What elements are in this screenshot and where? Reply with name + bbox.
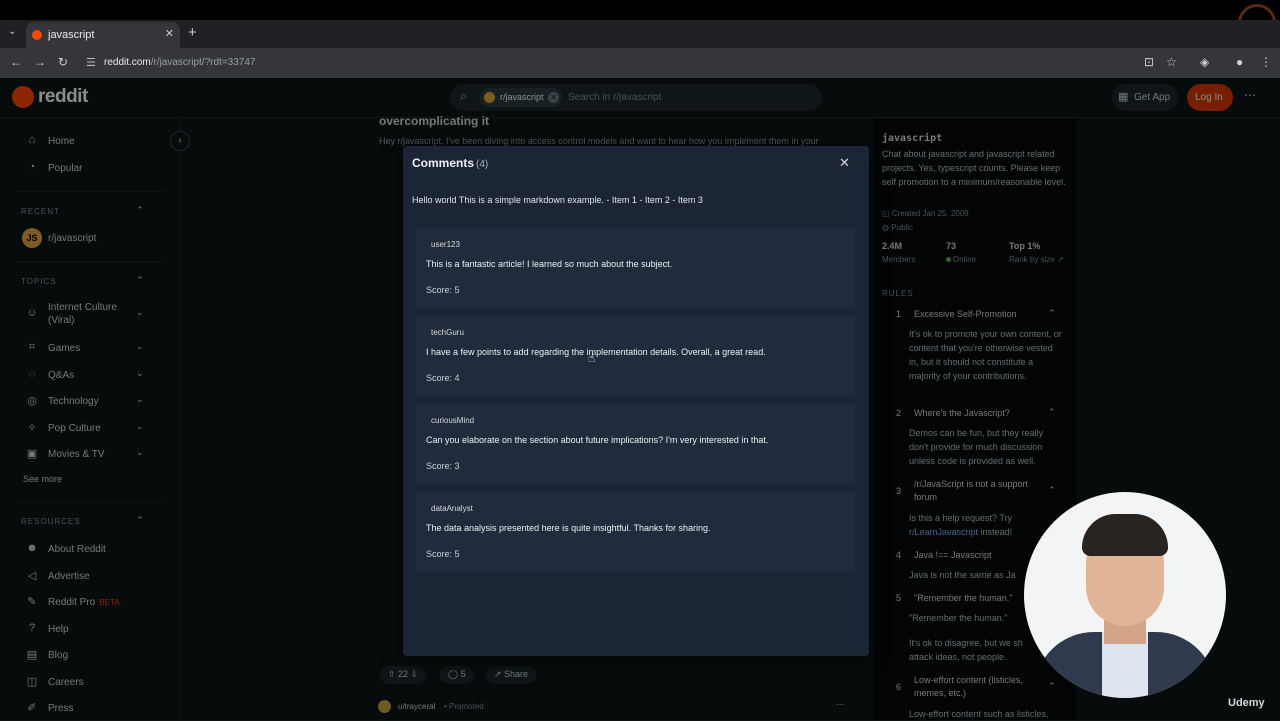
comment-card: dataAnalyst The data analysis presented … [416,492,855,571]
profile-icon[interactable]: ● [1236,55,1243,69]
tab-list-icon[interactable]: ⌄ [8,26,16,37]
comment-body: I have a few points to add regarding the… [426,347,766,357]
comment-username[interactable]: user123 [431,240,460,249]
tab-title: javascript [48,29,95,41]
reddit-favicon-icon [32,30,42,40]
browser-tabbar: ⌄ javascript ✕ + [0,20,1280,48]
install-icon[interactable]: ⊡ [1144,55,1154,69]
markdown-content: Hello world This is a simple markdown ex… [412,195,703,205]
address-bar: ← → ↻ ☰ reddit.com/r/javascript/?rdt=337… [0,48,1280,78]
comment-card: techGuru I have a few points to add rega… [416,316,855,395]
bookmark-star-icon[interactable]: ☆ [1166,55,1177,69]
close-tab-icon[interactable]: ✕ [165,27,174,40]
forward-icon[interactable]: → [34,55,46,69]
modal-title: Comments (4) [412,156,488,170]
modal-title-text: Comments [412,156,475,170]
comment-username[interactable]: dataAnalyst [431,504,473,513]
back-icon[interactable]: ← [10,55,22,69]
udemy-watermark: Udemy [1228,697,1265,709]
comment-card: curiousMind Can you elaborate on the sec… [416,404,855,483]
url-path: /r/javascript/?rdt=33747 [150,57,256,68]
comment-card: user123 This is a fantastic article! I l… [416,228,855,307]
comment-score: Score: 5 [426,285,460,295]
comments-modal: Comments (4) ✕ Hello world This is a simp… [403,146,869,656]
webcam-overlay [1024,492,1226,698]
browser-tab[interactable]: javascript ✕ [26,22,180,48]
comment-username[interactable]: curiousMind [431,416,474,425]
extensions-icon[interactable]: ◈ [1200,55,1209,69]
comment-username[interactable]: techGuru [431,328,464,337]
mouse-cursor-icon: ☝ [588,351,596,365]
browser-menu-icon[interactable]: ⋮ [1260,55,1272,69]
comment-score: Score: 5 [426,549,460,559]
comment-score: Score: 3 [426,461,460,471]
comment-score: Score: 4 [426,373,460,383]
os-top-bar [0,0,1280,20]
comment-count-badge: (4) [476,159,489,170]
url-host: reddit.com [104,57,151,68]
url-field[interactable]: reddit.com/r/javascript/?rdt=33747 [104,57,255,68]
comment-body: This is a fantastic article! I learned s… [426,259,673,269]
reload-icon[interactable]: ↻ [58,55,68,69]
new-tab-icon[interactable]: + [188,24,197,41]
close-icon[interactable]: ✕ [839,155,850,171]
comment-body: The data analysis presented here is quit… [426,523,711,533]
presenter-hair [1082,514,1168,556]
site-info-icon[interactable]: ☰ [86,56,96,69]
comment-body: Can you elaborate on the section about f… [426,435,769,445]
